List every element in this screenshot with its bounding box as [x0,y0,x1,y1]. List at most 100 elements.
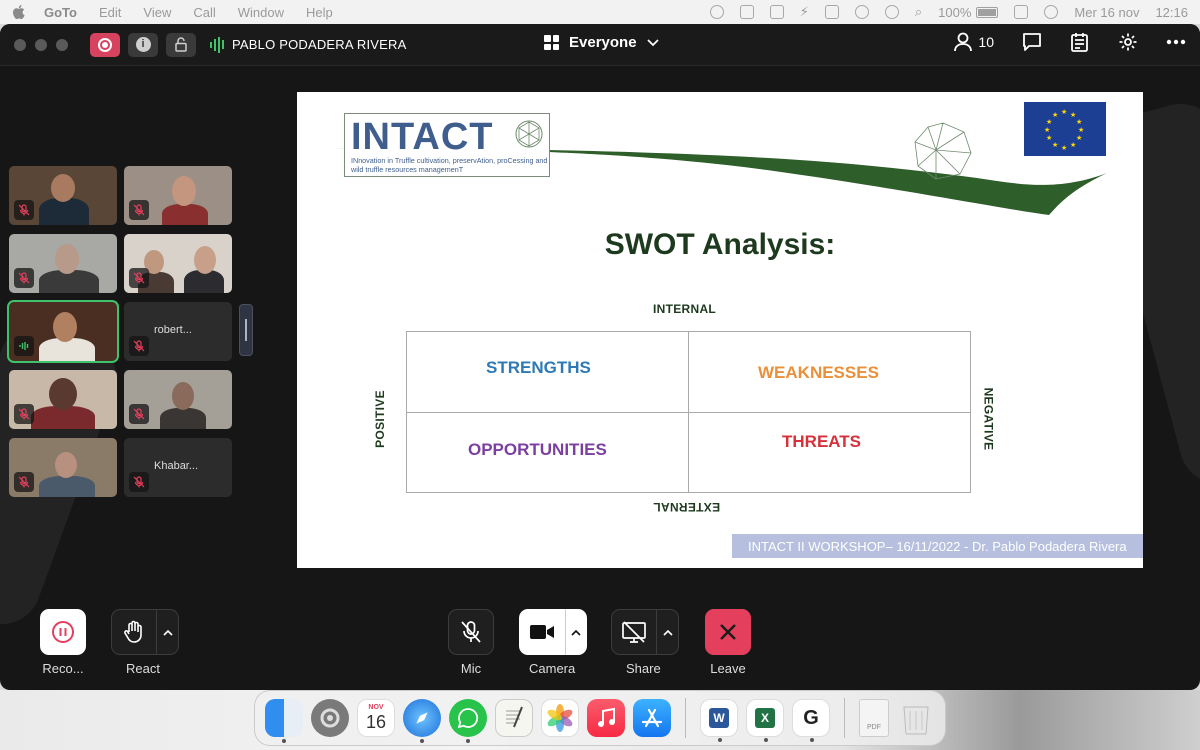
macos-dock: NOV 16 W X G PDF [254,690,946,746]
calendar-icon[interactable]: NOV 16 [357,699,395,737]
goto-meeting-window: i PABLO PODADERA RIVERA Everyone 10 robe… [0,24,1200,690]
swot-threats: THREATS [782,432,862,451]
react-options-button[interactable] [157,609,179,655]
close-window-button[interactable] [14,38,26,51]
stop-recording-button[interactable] [40,609,86,655]
participant-tile[interactable] [124,370,232,429]
meeting-info-button[interactable]: i [128,32,158,57]
muted-mic-icon [129,404,149,424]
goto-app-icon[interactable]: G [792,699,830,742]
battery-status[interactable]: 100% [938,4,999,20]
participant-tile[interactable] [124,166,232,225]
logo-wordmark: INTACT [351,116,494,158]
music-icon[interactable] [587,699,625,737]
time-machine-icon[interactable] [854,5,869,19]
menu-view[interactable]: View [143,5,171,20]
eu-flag-icon: ★ ★ ★ ★ ★ ★ ★ ★ ★ ★ ★ ★ [1024,102,1106,156]
share-options-button[interactable] [657,609,679,655]
chevron-up-icon [662,629,673,636]
photos-icon[interactable] [541,699,579,737]
participant-tile[interactable] [9,438,117,497]
muted-mic-icon [14,472,34,492]
view-audience-dropdown[interactable]: Everyone [544,34,659,51]
zoom-window-button[interactable] [56,38,68,51]
leave-button[interactable] [705,609,751,655]
participant-tile-speaking[interactable] [7,300,119,363]
participant-count: 10 [978,34,994,50]
siri-icon[interactable] [1044,5,1059,19]
battery-percent: 100% [938,4,972,20]
menu-help[interactable]: Help [306,5,333,20]
active-speaker: PABLO PODADERA RIVERA [210,36,407,53]
menu-app-name[interactable]: GoTo [44,5,77,20]
shared-screen-slide: INTACT INnovation in Truffle cultivation… [297,92,1143,568]
muted-mic-icon [129,336,149,356]
settings-gear-icon[interactable] [1118,32,1138,52]
mic-button[interactable] [448,609,494,655]
panel-resize-handle[interactable] [239,304,253,356]
system-preferences-icon[interactable] [311,699,349,737]
network-polyhedron-icon [914,122,972,180]
participant-tile[interactable] [9,166,117,225]
lock-meeting-button[interactable] [166,32,196,57]
participant-tile[interactable] [124,234,232,293]
record-control: Reco... [40,609,86,676]
menubar-time[interactable]: 12:16 [1155,5,1188,20]
titlebar-actions: 10 [954,32,1186,52]
participant-tile[interactable]: robert... [124,302,232,361]
search-icon[interactable]: ⌕ [915,4,922,20]
audio-icon[interactable] [824,5,839,19]
swot-strengths: STRENGTHS [486,358,591,377]
extension-icon[interactable] [769,5,784,19]
whatsapp-icon[interactable] [449,699,487,743]
mic-muted-icon [461,621,481,643]
minimize-window-button[interactable] [35,38,47,51]
play-icon[interactable] [884,5,899,19]
participant-tile[interactable] [9,234,117,293]
drive-icon[interactable] [739,5,754,19]
pdf-document-icon[interactable]: PDF [859,699,889,737]
menu-edit[interactable]: Edit [99,5,121,20]
share-control: Share [611,609,679,676]
menubar-date[interactable]: Mer 16 nov [1074,5,1139,20]
control-center-icon[interactable] [1014,5,1029,19]
close-icon [720,624,736,640]
microsoft-word-icon[interactable]: W [700,699,738,742]
chat-icon[interactable] [1022,33,1042,51]
share-screen-button[interactable] [611,609,657,655]
textedit-icon[interactable] [495,699,533,737]
notes-icon[interactable] [1070,32,1090,52]
participant-tile[interactable] [9,370,117,429]
video-camera-icon [530,625,554,639]
intact-logo: INTACT INnovation in Truffle cultivation… [344,113,550,177]
participant-tile[interactable]: Khabar... [124,438,232,497]
muted-mic-icon [14,268,34,288]
chevron-up-icon [571,629,581,636]
chevron-down-icon [646,38,659,46]
app-store-icon[interactable] [633,699,671,737]
react-button[interactable] [111,609,157,655]
participants-button[interactable]: 10 [954,32,994,52]
audience-label: Everyone [569,34,637,51]
grid-view-icon [544,35,559,50]
camera-options-button[interactable] [565,609,587,655]
truffle-globe-icon [515,120,543,148]
finder-icon[interactable] [265,699,303,743]
trash-icon[interactable] [897,699,935,737]
bolt-icon[interactable]: ⚡ [800,4,809,20]
active-speaker-name: PABLO PODADERA RIVERA [232,37,407,52]
more-options-icon[interactable] [1166,39,1186,45]
recording-indicator-button[interactable] [90,32,120,57]
menu-window[interactable]: Window [238,5,284,20]
react-label: React [126,661,160,676]
slide-footer-banner: INTACT II WORKSHOP– 16/11/2022 - Dr. Pab… [732,534,1143,558]
record-icon [98,37,112,52]
globe-icon[interactable] [709,5,724,19]
safari-icon[interactable] [403,699,441,743]
menu-call[interactable]: Call [193,5,215,20]
apple-menu-icon[interactable] [12,5,26,20]
screen-share-off-icon [622,621,646,643]
titlebar: i PABLO PODADERA RIVERA Everyone 10 [0,24,1200,66]
camera-button[interactable] [519,609,565,655]
microsoft-excel-icon[interactable]: X [746,699,784,742]
